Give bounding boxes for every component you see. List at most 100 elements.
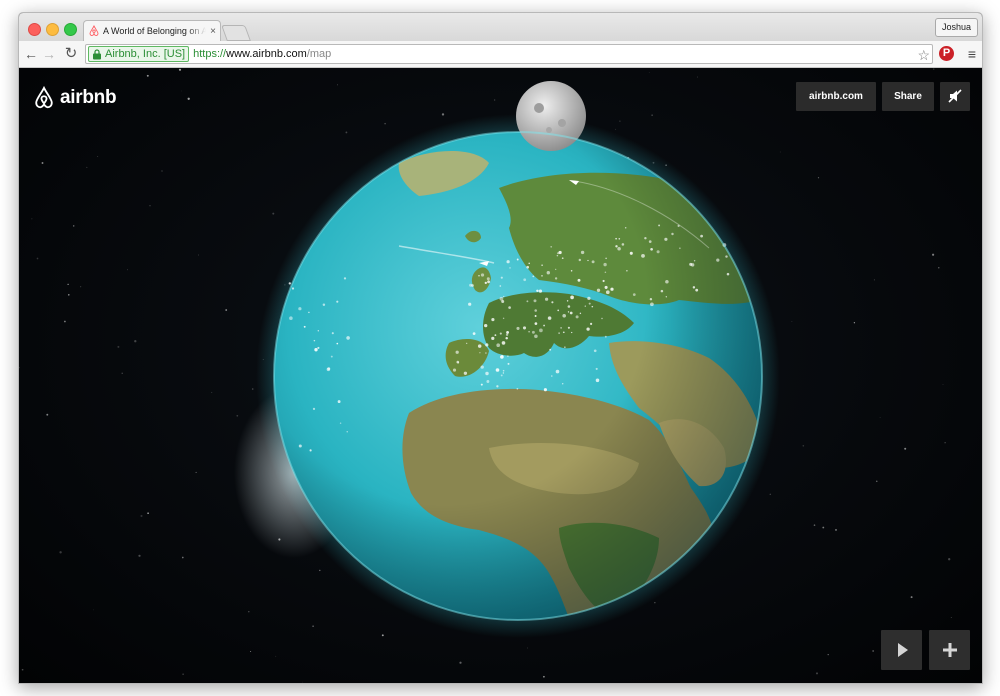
listing-dot — [584, 305, 586, 307]
listing-dot — [558, 250, 562, 255]
listing-dot — [298, 444, 302, 448]
listing-dot — [591, 305, 594, 308]
listing-dot — [289, 316, 293, 320]
listing-dot — [716, 258, 720, 262]
listing-dot — [658, 224, 661, 227]
listing-dot — [570, 295, 574, 300]
listing-dot — [624, 227, 627, 229]
listing-dot — [726, 272, 730, 276]
star-icon[interactable]: ☆ — [917, 45, 930, 65]
listing-dot — [339, 422, 342, 424]
listing-dot — [534, 334, 538, 339]
listing-dot — [649, 297, 653, 301]
listing-dot — [485, 352, 487, 354]
listing-dot — [567, 311, 570, 313]
listing-dot — [579, 312, 582, 315]
listing-dot — [700, 234, 703, 238]
listing-dot — [534, 309, 537, 312]
listing-dot — [617, 246, 621, 251]
listing-dot — [604, 285, 608, 289]
listing-dot — [567, 326, 570, 329]
listing-dot — [602, 279, 605, 283]
listing-dot — [485, 343, 489, 347]
listing-dot — [551, 375, 553, 377]
listing-dot — [494, 334, 497, 337]
listing-dot — [507, 362, 510, 365]
listing-dot — [569, 311, 573, 315]
play-button[interactable] — [881, 630, 922, 670]
pinterest-icon[interactable]: P — [939, 46, 954, 61]
globe[interactable] — [19, 68, 982, 683]
browser-tab[interactable]: A World of Belonging on Airbnb × — [83, 20, 221, 41]
listing-dot — [603, 262, 607, 267]
listing-dot — [605, 257, 607, 260]
tab-close-icon[interactable]: × — [206, 26, 220, 37]
listing-dot — [648, 240, 652, 243]
listing-dot — [725, 255, 728, 258]
profile-button[interactable]: Joshua — [934, 18, 978, 37]
address-bar[interactable]: Airbnb, Inc. [US] https://www.airbnb.com… — [85, 44, 933, 64]
listing-dot — [556, 254, 559, 257]
listing-dot — [564, 346, 566, 348]
mute-button[interactable] — [940, 82, 970, 111]
tab-title: A World of Belonging on Airbnb — [103, 26, 206, 36]
listing-dot — [508, 306, 511, 309]
listing-dot — [496, 343, 501, 348]
listing-dot — [505, 336, 508, 340]
listing-dot — [546, 271, 550, 275]
listing-dot — [491, 336, 495, 341]
close-window-button[interactable] — [28, 23, 41, 36]
listing-dot — [506, 260, 510, 264]
listing-dot — [516, 326, 520, 330]
listing-dot — [577, 278, 581, 282]
listing-dot — [313, 339, 316, 342]
back-button[interactable]: ← — [23, 45, 39, 63]
listing-dot — [604, 271, 607, 273]
play-icon — [897, 643, 908, 657]
listing-dot — [533, 299, 537, 303]
listing-dot — [644, 236, 647, 240]
listing-dot — [499, 285, 502, 287]
listing-dot — [550, 245, 553, 248]
share-button[interactable]: Share — [882, 82, 934, 111]
reload-button[interactable]: ↻ — [63, 45, 79, 63]
listing-dot — [538, 289, 543, 293]
listing-dot — [452, 368, 457, 372]
listing-dot — [679, 247, 681, 250]
menu-icon[interactable]: ≡ — [968, 46, 976, 62]
listing-dot — [671, 232, 674, 236]
minimize-window-button[interactable] — [46, 23, 59, 36]
listing-dot — [541, 264, 543, 266]
airbnb-logo[interactable]: airbnb — [33, 86, 117, 110]
ev-certificate-badge[interactable]: Airbnb, Inc. [US] — [88, 46, 190, 62]
listing-dot — [555, 369, 560, 374]
maximize-window-button[interactable] — [64, 23, 77, 36]
moon-crater — [558, 119, 566, 127]
listing-dot — [541, 275, 543, 277]
listing-dot — [610, 287, 614, 291]
forward-button[interactable]: → — [41, 45, 57, 63]
map-viewport[interactable]: airbnb airbnb.com Share — [19, 68, 982, 683]
zoom-in-button[interactable] — [929, 630, 970, 670]
listing-dot — [485, 371, 489, 376]
listing-dot — [327, 367, 331, 370]
listing-dot — [615, 245, 618, 248]
listing-dot — [545, 297, 549, 301]
listing-dot — [337, 400, 341, 404]
listing-dot — [566, 300, 569, 302]
mute-icon — [948, 89, 962, 103]
listing-dot — [480, 383, 483, 386]
listing-dot — [587, 296, 591, 301]
listing-dot — [457, 362, 460, 364]
listing-dot — [491, 318, 495, 322]
airbnb-site-button[interactable]: airbnb.com — [796, 82, 876, 111]
listing-dot — [629, 251, 633, 255]
listing-dot — [468, 302, 472, 306]
ev-label: Airbnb, Inc. [US] — [105, 48, 186, 60]
moon-crater — [534, 103, 544, 113]
listing-dot — [502, 317, 505, 320]
listing-dot — [695, 288, 699, 292]
listing-dot — [343, 277, 347, 280]
new-tab-button[interactable] — [221, 25, 251, 41]
listing-dot — [641, 254, 645, 258]
